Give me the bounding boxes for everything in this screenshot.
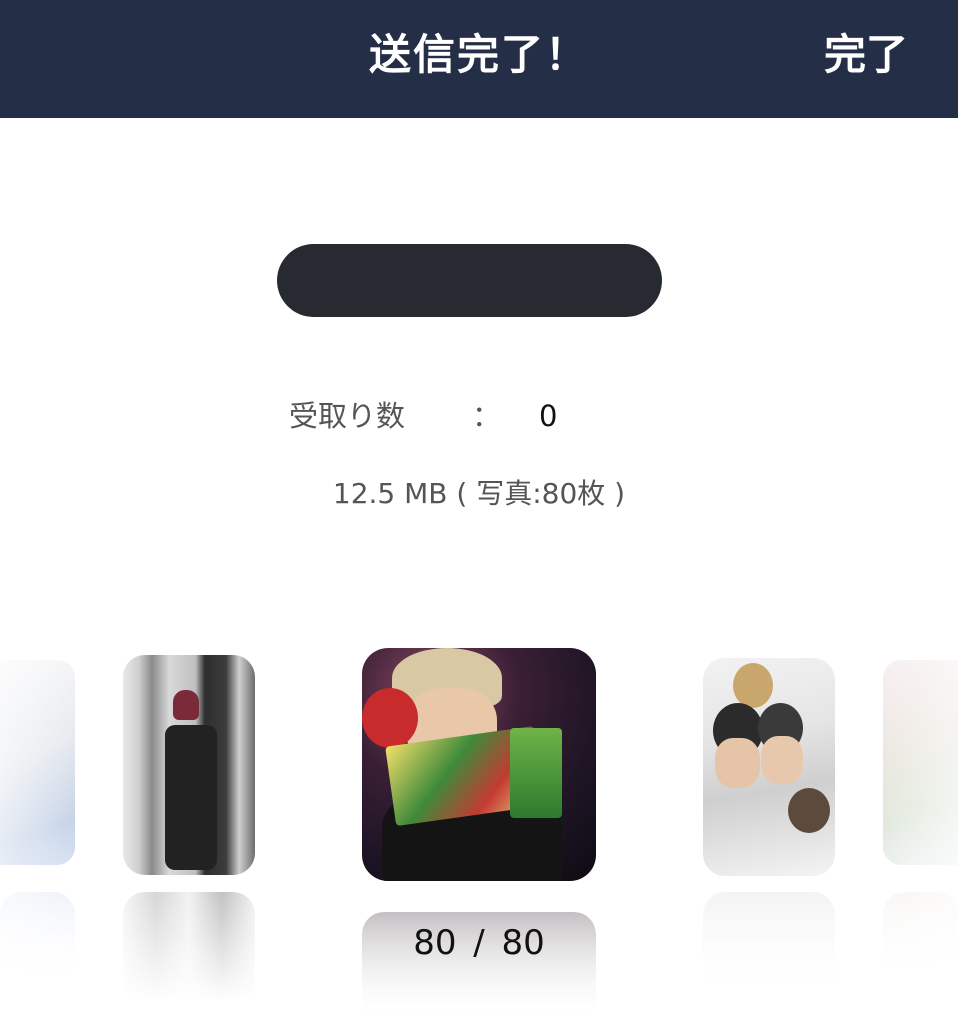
redacted-name-pill xyxy=(277,244,662,317)
nav-bar: 送信完了！ 完了 xyxy=(0,0,958,118)
received-count-label: 受取り数 xyxy=(289,399,406,433)
photo-content xyxy=(788,788,830,833)
photo-content xyxy=(165,725,217,870)
photo-reflection xyxy=(0,892,75,982)
photo-thumbnail-right[interactable] xyxy=(703,658,835,876)
photo-reflection xyxy=(703,892,835,1002)
photo-content xyxy=(761,736,803,784)
photo-thumbnail-left[interactable] xyxy=(123,655,255,875)
photo-thumbnail-far-left[interactable] xyxy=(0,660,75,865)
photo-content xyxy=(362,688,418,748)
received-count-row: 受取り数 ： 0 xyxy=(0,392,958,440)
photo-thumbnail-center[interactable] xyxy=(362,648,596,881)
done-button[interactable]: 完了 xyxy=(824,0,908,110)
photo-counter: 80 / 80 xyxy=(413,923,545,963)
page-title: 送信完了！ xyxy=(368,30,589,79)
photo-content xyxy=(715,738,760,788)
photo-reflection xyxy=(883,892,958,982)
photo-reflection xyxy=(123,892,255,1002)
photo-content xyxy=(173,690,199,720)
send-complete-screen: 送信完了！ 完了 受取り数 ： 0 12.5 MB ( 写真:80枚 ) 80 … xyxy=(0,0,958,1024)
transfer-size-info: 12.5 MB ( 写真:80枚 ) xyxy=(332,477,626,510)
photo-carousel[interactable]: 80 / 80 xyxy=(0,630,958,1024)
photo-content xyxy=(733,663,773,708)
photo-thumbnail-far-right[interactable] xyxy=(883,660,958,865)
photo-content xyxy=(510,728,562,818)
received-count-value: 0 xyxy=(539,399,558,433)
received-count-colon: ： xyxy=(472,399,502,433)
